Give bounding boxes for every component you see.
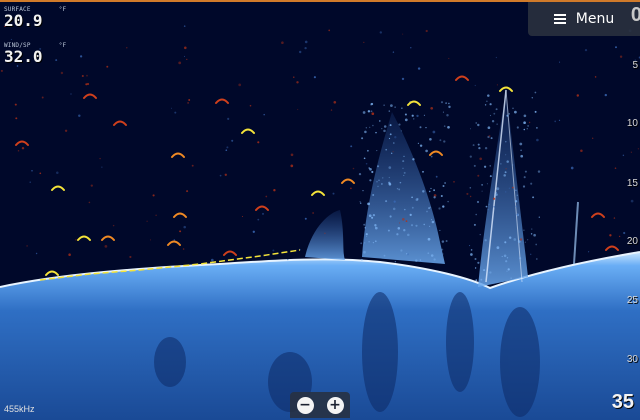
- zoom-out-button[interactable]: −: [296, 396, 314, 414]
- menu-button[interactable]: Menu: [528, 2, 640, 36]
- depth-tick-30: 30: [626, 354, 638, 365]
- zoom-in-button[interactable]: +: [326, 396, 344, 414]
- depth-tick-25: 25: [626, 295, 638, 306]
- depth-tick-15: 15: [626, 178, 638, 189]
- depth-tick-5: 5: [632, 60, 638, 71]
- wind-readout: WIND/SP °F 32.0: [4, 42, 66, 65]
- sonar-screen: SURFACE °F 20.9 WIND/SP °F 32.0 Menu 0 5 1…: [0, 0, 640, 420]
- depth-tick-20: 20: [626, 236, 638, 247]
- temperature-readout: SURFACE °F 20.9: [4, 6, 66, 29]
- sonar-display[interactable]: [0, 2, 640, 420]
- temperature-unit: °F: [58, 6, 67, 13]
- zoom-controls: − +: [290, 392, 350, 418]
- hamburger-icon: [553, 14, 566, 24]
- frequency-label: 455kHz: [4, 404, 35, 414]
- wind-unit: °F: [58, 42, 67, 49]
- depth-tick-10: 10: [626, 118, 638, 129]
- range-value: 35: [611, 391, 634, 413]
- wind-value: 32.0: [4, 47, 43, 66]
- menu-label: Menu: [575, 11, 615, 27]
- depth-scale-zero: 0: [630, 4, 640, 26]
- temperature-value: 20.9: [4, 11, 43, 30]
